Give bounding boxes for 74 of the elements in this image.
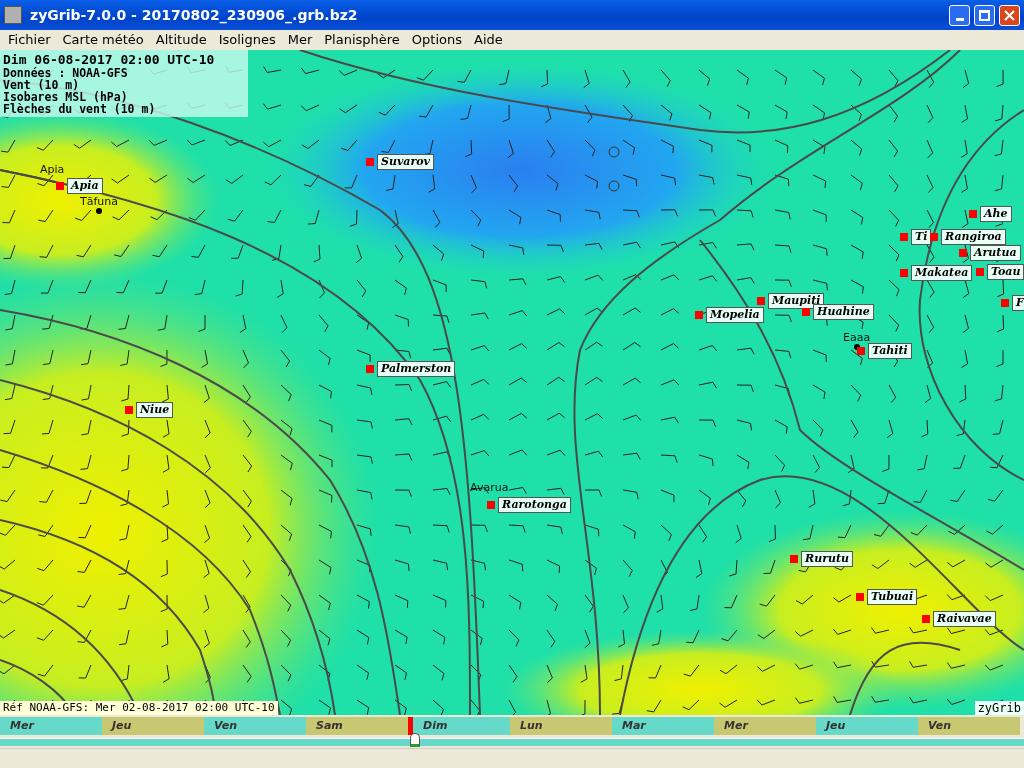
menu-item[interactable]: Fichier — [2, 30, 57, 50]
city-marker — [790, 555, 798, 563]
city-marker — [802, 308, 810, 316]
city-label: Arutua — [970, 245, 1021, 261]
day-segment[interactable]: Ven — [918, 717, 1020, 735]
layer-label: Isobares MSL (hPa) — [3, 91, 128, 103]
menu-item[interactable]: Aide — [468, 30, 509, 50]
city-marker — [856, 593, 864, 601]
maximize-button[interactable] — [974, 4, 995, 26]
day-segment[interactable]: Dim — [408, 717, 510, 735]
day-segment[interactable]: Jeu — [102, 717, 204, 735]
city-label: Suvarov — [377, 154, 434, 170]
city-marker — [366, 158, 374, 166]
menu-item[interactable]: Options — [405, 30, 468, 50]
city-label: Mopelia — [706, 307, 764, 323]
day-segment[interactable]: Mer — [714, 717, 816, 735]
city-label: Toau — [987, 264, 1024, 280]
city-marker — [969, 210, 977, 218]
city-label: Huahine — [813, 304, 874, 320]
window-title: zyGrib-7.0.0 - 20170802_230906_.grb.bz2 — [30, 5, 358, 26]
city-label: Raivavae — [933, 611, 996, 627]
place-name: Apia — [40, 164, 65, 176]
city-marker — [857, 347, 865, 355]
city-marker — [900, 233, 908, 241]
layer-label: Vent (10 m) — [3, 79, 81, 91]
city-label: Apia — [67, 178, 103, 194]
city-label: Ahe — [980, 206, 1012, 222]
menu-item[interactable]: Planisphère — [318, 30, 406, 50]
minimize-button[interactable] — [949, 4, 970, 26]
minimize-icon — [955, 17, 964, 21]
city-marker — [487, 501, 495, 509]
city-label: F — [1012, 295, 1024, 311]
place-name: Tāfuna — [80, 196, 119, 208]
city-marker — [930, 233, 938, 241]
city-label: Niue — [136, 402, 174, 418]
app-icon — [4, 6, 22, 24]
place-name: Avarua — [470, 482, 509, 494]
menu-item[interactable]: Carte météo — [56, 30, 150, 50]
city-marker — [922, 615, 930, 623]
place-name: Eaaa — [843, 332, 871, 344]
menu-item[interactable]: Isolignes — [212, 30, 282, 50]
layer-label: Flèches du vent (10 m) — [3, 103, 157, 115]
day-segment[interactable]: Lun — [510, 717, 612, 735]
city-label: Ti — [911, 229, 932, 245]
city-marker — [1001, 299, 1009, 307]
city-marker — [757, 297, 765, 305]
city-label: Makatea — [911, 265, 973, 281]
city-marker — [56, 182, 64, 190]
city-label: Tubuai — [867, 589, 918, 605]
city-label: Tahiti — [868, 343, 912, 359]
city-marker — [959, 249, 967, 257]
close-icon — [1004, 9, 1015, 21]
brand-label: zyGrib — [974, 701, 1024, 715]
menu-item[interactable]: Mer — [281, 30, 319, 50]
city-label: Rangiroa — [941, 229, 1006, 245]
city-label: Palmerston — [377, 361, 456, 377]
city-marker — [695, 311, 703, 319]
city-label: Rarotonga — [498, 497, 571, 513]
day-segment[interactable]: Ven — [204, 717, 306, 735]
close-button[interactable] — [999, 4, 1020, 26]
day-segment[interactable]: Sam — [306, 717, 408, 735]
day-segment[interactable]: Mer — [0, 717, 102, 735]
city-marker — [900, 269, 908, 277]
city-marker — [125, 406, 133, 414]
day-segment[interactable]: Jeu — [816, 717, 918, 735]
reference-label: Réf NOAA-GFS: Mer 02-08-2017 02:00 UTC-10 — [0, 701, 278, 715]
city-label: Rurutu — [801, 551, 853, 567]
menu-item[interactable]: Altitude — [149, 30, 213, 50]
city-marker — [976, 268, 984, 276]
maximize-icon — [979, 9, 990, 21]
day-segment[interactable]: Mar — [612, 717, 714, 735]
city-marker — [366, 365, 374, 373]
layer-label: Données : NOAA-GFS — [3, 67, 129, 79]
forecast-date: Dim 06-08-2017 02:00 UTC-10 — [3, 52, 216, 67]
